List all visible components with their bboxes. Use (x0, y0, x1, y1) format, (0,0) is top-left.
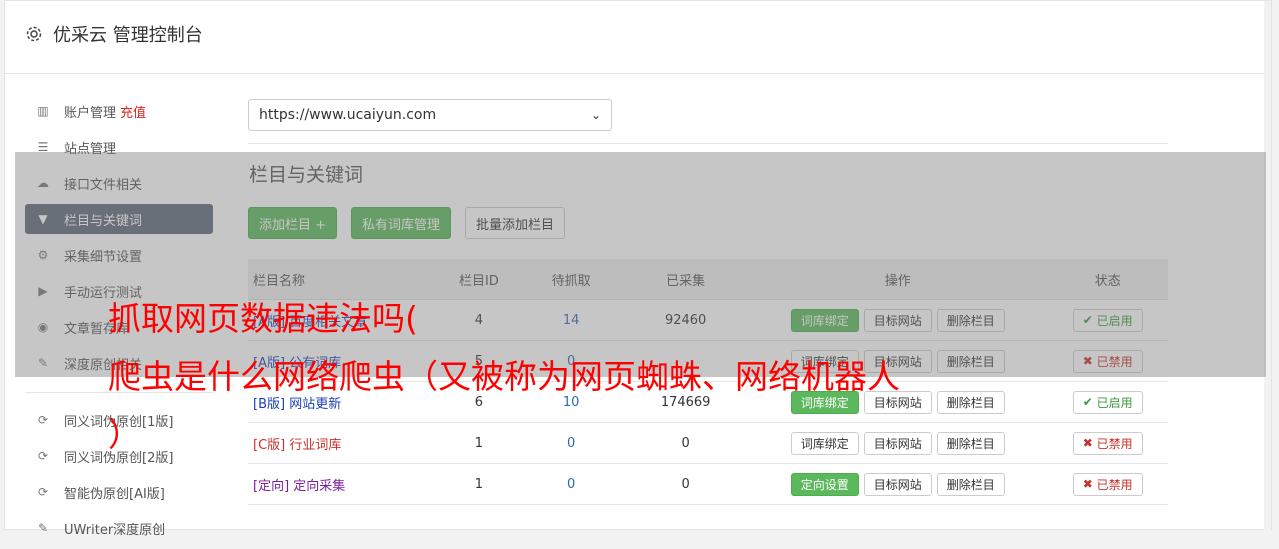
ops-cell: 词库绑定 目标网站 删除栏目 (748, 422, 1048, 464)
status-label: 已禁用 (1096, 436, 1133, 451)
sidebar-item-account[interactable]: ▥ 账户管理 充值 (25, 96, 213, 126)
pending-count[interactable]: 0 (518, 463, 624, 505)
delete-column-button[interactable]: 删除栏目 (936, 390, 1005, 414)
site-select-value: https://www.ucaiyun.com (259, 107, 437, 123)
status-toggle-button[interactable]: ✖ 已禁用 (1072, 472, 1143, 496)
status-cell: ✖ 已禁用 (1047, 422, 1168, 464)
ops-cell: 定向设置 目标网站 删除栏目 (748, 463, 1048, 505)
edit-icon: ✎ (37, 521, 49, 535)
table-row: [定向] 定向采集 1 0 0 定向设置 目标网站 删除栏目 ✖ 已禁用 (248, 463, 1168, 505)
overlay-text-line2: 爬虫是什么网络爬虫（又被称为网页蜘蛛、网络机器人 (108, 357, 900, 396)
close-icon: ✖ (1082, 436, 1093, 450)
status-label: 已启用 (1096, 395, 1133, 410)
overlay-banner (15, 152, 1266, 377)
header: 优采云 管理控制台 (5, 1, 1271, 74)
refresh-icon: ⟳ (37, 485, 49, 499)
dict-bind-button[interactable]: 词库绑定 (790, 431, 859, 455)
delete-column-button[interactable]: 删除栏目 (936, 431, 1005, 455)
overlay-text-line1: 抓取网页数据违法吗( (108, 299, 418, 338)
collected-count: 0 (623, 463, 749, 505)
column-name-link[interactable]: [C版] 行业词库 (253, 438, 341, 453)
delete-column-button[interactable]: 删除栏目 (936, 472, 1005, 496)
page-title: 优采云 管理控制台 (25, 21, 203, 47)
header-title-text: 优采云 管理控制台 (53, 25, 203, 46)
bar-chart-icon: ▥ (37, 104, 49, 118)
refresh-icon: ⟳ (37, 449, 49, 463)
close-icon: ✖ (1082, 477, 1093, 491)
target-site-button[interactable]: 目标网站 (863, 431, 932, 455)
sidebar-item-label: 账户管理 (64, 105, 117, 121)
recharge-link[interactable]: 充值 (120, 102, 146, 121)
status-toggle-button[interactable]: ✔ 已启用 (1072, 390, 1143, 414)
pending-count[interactable]: 0 (518, 422, 624, 464)
refresh-icon: ⟳ (37, 413, 49, 427)
sidebar-item-label: 智能伪原创[AI版] (64, 486, 165, 502)
check-icon: ✔ (1082, 395, 1093, 409)
status-cell: ✖ 已禁用 (1047, 463, 1168, 505)
gear-icon (25, 25, 43, 43)
column-id: 1 (438, 422, 519, 464)
column-name-link[interactable]: [B版] 网站更新 (253, 397, 341, 412)
overlay-text-line3: ） (108, 415, 141, 454)
collected-count: 0 (623, 422, 749, 464)
content-divider (248, 143, 1168, 144)
table-row: [C版] 行业词库 1 0 0 词库绑定 目标网站 删除栏目 ✖ 已禁用 (248, 422, 1168, 464)
status-label: 已禁用 (1096, 477, 1133, 492)
column-name[interactable]: [定向] 定向采集 (248, 463, 439, 505)
column-name[interactable]: [C版] 行业词库 (248, 422, 439, 464)
target-site-button[interactable]: 目标网站 (863, 472, 932, 496)
column-name-link[interactable]: [定向] 定向采集 (253, 479, 345, 494)
status-toggle-button[interactable]: ✖ 已禁用 (1072, 431, 1143, 455)
pending-count-link[interactable]: 0 (567, 477, 575, 492)
sidebar-item-ai[interactable]: ⟳ 智能伪原创[AI版] (25, 477, 213, 507)
pending-count-link[interactable]: 0 (567, 436, 575, 451)
chevron-down-icon: ⌄ (590, 108, 601, 122)
column-id: 1 (438, 463, 519, 505)
status-cell: ✔ 已启用 (1047, 381, 1168, 423)
sidebar-item-uwriter[interactable]: ✎ UWriter深度原创 (25, 513, 213, 543)
site-select[interactable]: https://www.ucaiyun.com ⌄ (248, 99, 612, 131)
dict-bind-button[interactable]: 定向设置 (790, 472, 859, 496)
sidebar-item-label: UWriter深度原创 (64, 522, 166, 538)
